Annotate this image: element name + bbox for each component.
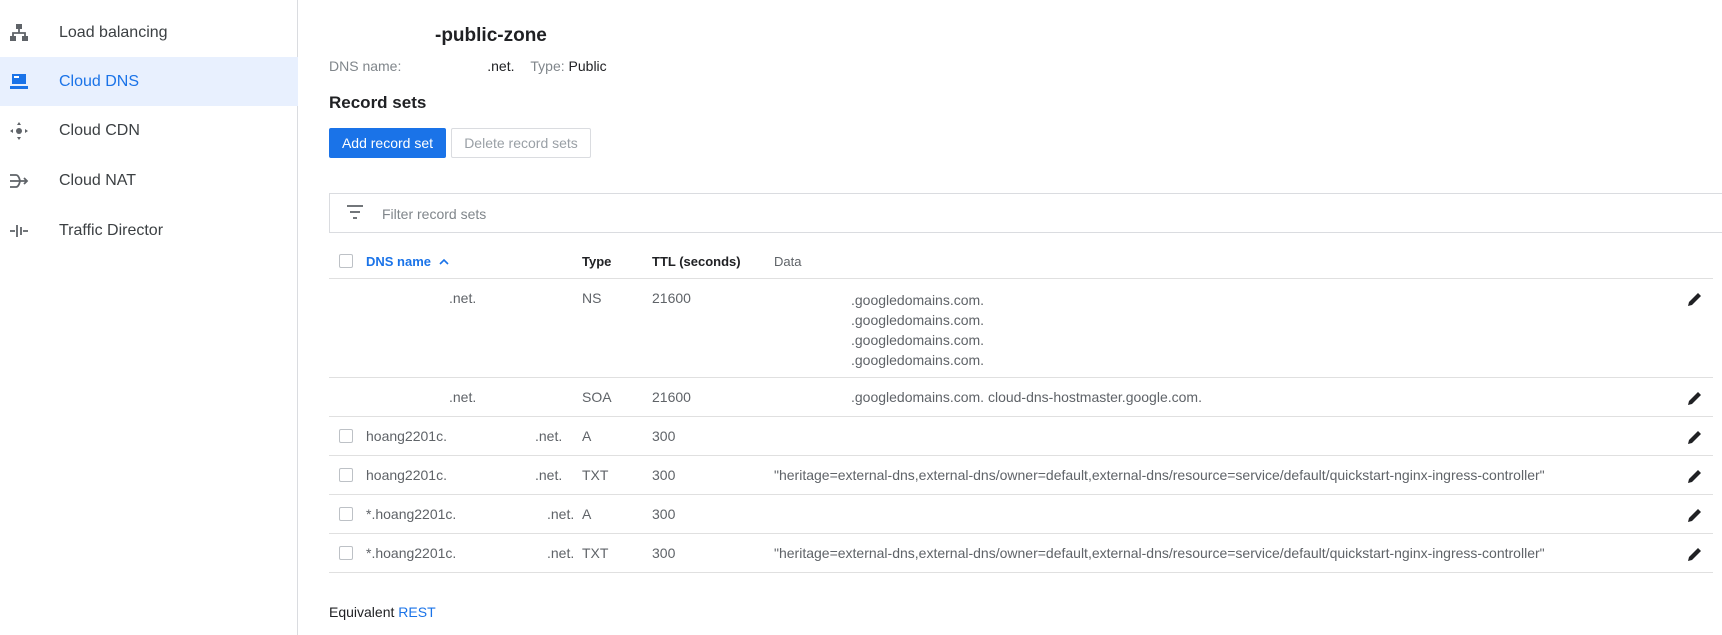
dns-name-suffix: .net. — [547, 545, 575, 561]
column-header-dns-name[interactable]: DNS name — [366, 254, 449, 269]
type-label: Type: — [530, 58, 565, 74]
data-line: .googledomains.com. — [851, 332, 985, 348]
data-line: .googledomains.com. — [851, 312, 985, 328]
sidebar-item-cloud-nat[interactable]: Cloud NAT — [0, 156, 298, 205]
sidebar-item-label: Load balancing — [59, 23, 168, 41]
table-row: .net. NS 21600 .googledomains.com. .goog… — [329, 279, 1713, 378]
table-row: *.hoang2201c. .net. A 300 — [329, 495, 1713, 534]
row-checkbox[interactable] — [339, 429, 353, 443]
main-content: -public-zone DNS name: .net. Type: Publi… — [299, 0, 1722, 635]
column-header-data: Data — [774, 254, 802, 269]
ttl-cell: 21600 — [652, 290, 691, 306]
record-sets-title: Record sets — [329, 93, 427, 112]
data-line: .googledomains.com. — [851, 352, 985, 368]
dns-name-cell: hoang2201c. — [366, 428, 447, 444]
dns-name-cell: *.hoang2201c. — [366, 506, 457, 522]
table-row: *.hoang2201c. .net. TXT 300 "heritage=ex… — [329, 534, 1713, 573]
sidebar-item-label: Traffic Director — [59, 221, 164, 239]
type-cell: TXT — [582, 467, 609, 483]
data-cell: "heritage=external-dns,external-dns/owne… — [774, 545, 1545, 561]
edit-icon[interactable] — [1687, 291, 1703, 307]
edit-icon[interactable] — [1687, 429, 1703, 445]
filter-input[interactable] — [382, 203, 982, 225]
filter-bar — [329, 193, 1722, 233]
delete-record-sets-button[interactable]: Delete record sets — [451, 128, 591, 158]
data-cell: .googledomains.com. .googledomains.com. … — [851, 290, 984, 370]
equivalent-rest: Equivalent REST — [329, 604, 436, 620]
row-checkbox[interactable] — [339, 507, 353, 521]
edit-icon[interactable] — [1687, 390, 1703, 406]
dns-name-suffix: .net. — [535, 428, 563, 444]
dns-name-cell: *.hoang2201c. — [366, 545, 457, 561]
data-line: .googledomains.com. — [851, 292, 985, 308]
dns-name-suffix: .net. — [535, 467, 563, 483]
row-checkbox[interactable] — [339, 546, 353, 560]
page-title: -public-zone — [435, 25, 547, 46]
sidebar-item-label: Cloud DNS — [59, 72, 140, 90]
edit-icon[interactable] — [1687, 507, 1703, 523]
rest-link[interactable]: REST — [398, 604, 435, 620]
data-cell: .googledomains.com. cloud-dns-hostmaster… — [851, 389, 1202, 405]
type-cell: TXT — [582, 545, 609, 561]
select-all-checkbox[interactable] — [339, 254, 353, 268]
cloud-nat-icon — [8, 170, 30, 192]
sidebar-item-load-balancing[interactable]: Load balancing — [0, 8, 298, 57]
add-record-set-button[interactable]: Add record set — [329, 128, 446, 158]
sidebar-item-traffic-director[interactable]: Traffic Director — [0, 206, 298, 255]
dns-name-suffix: .net. — [547, 506, 575, 522]
zone-meta: DNS name: .net. Type: Public — [329, 58, 607, 74]
edit-icon[interactable] — [1687, 546, 1703, 562]
sidebar-item-label: Cloud NAT — [59, 171, 137, 189]
dns-name-cell: .net. — [449, 389, 477, 405]
type-value: Public — [568, 58, 607, 74]
edit-icon[interactable] — [1687, 468, 1703, 484]
equivalent-label: Equivalent — [329, 604, 395, 620]
ttl-cell: 300 — [652, 545, 676, 561]
type-cell: A — [582, 506, 592, 522]
record-sets-table: DNS name Type TTL (seconds) Data .net. N… — [329, 243, 1713, 573]
sidebar: Load balancing Cloud DNS Cloud CDN Cloud… — [0, 0, 298, 635]
ttl-cell: 300 — [652, 428, 676, 444]
data-cell: "heritage=external-dns,external-dns/owne… — [774, 467, 1545, 483]
type-cell: A — [582, 428, 592, 444]
sidebar-item-cloud-dns[interactable]: Cloud DNS — [0, 57, 298, 106]
column-header-ttl[interactable]: TTL (seconds) — [652, 254, 741, 269]
table-row: .net. SOA 21600 .googledomains.com. clou… — [329, 378, 1713, 417]
sidebar-item-label: Cloud CDN — [59, 121, 140, 139]
ttl-cell: 300 — [652, 467, 676, 483]
ttl-cell: 21600 — [652, 389, 691, 405]
table-header: DNS name Type TTL (seconds) Data — [329, 243, 1713, 279]
dns-name-label: DNS name: — [329, 58, 402, 74]
type-cell: SOA — [582, 389, 612, 405]
cloud-dns-icon — [8, 71, 30, 93]
table-row: hoang2201c. .net. TXT 300 "heritage=exte… — [329, 456, 1713, 495]
cloud-cdn-icon — [8, 120, 30, 142]
type-cell: NS — [582, 290, 602, 306]
dns-name-cell: .net. — [449, 290, 477, 306]
traffic-director-icon — [8, 220, 30, 242]
load-balancing-icon — [8, 22, 30, 44]
table-row: hoang2201c. .net. A 300 — [329, 417, 1713, 456]
filter-icon[interactable] — [346, 205, 364, 221]
dns-name-cell: hoang2201c. — [366, 467, 447, 483]
row-checkbox[interactable] — [339, 468, 353, 482]
dns-name-value: .net. — [487, 58, 515, 74]
ttl-cell: 300 — [652, 506, 676, 522]
column-header-type[interactable]: Type — [582, 254, 611, 269]
sidebar-item-cloud-cdn[interactable]: Cloud CDN — [0, 106, 298, 155]
sort-ascending-icon — [439, 258, 449, 265]
